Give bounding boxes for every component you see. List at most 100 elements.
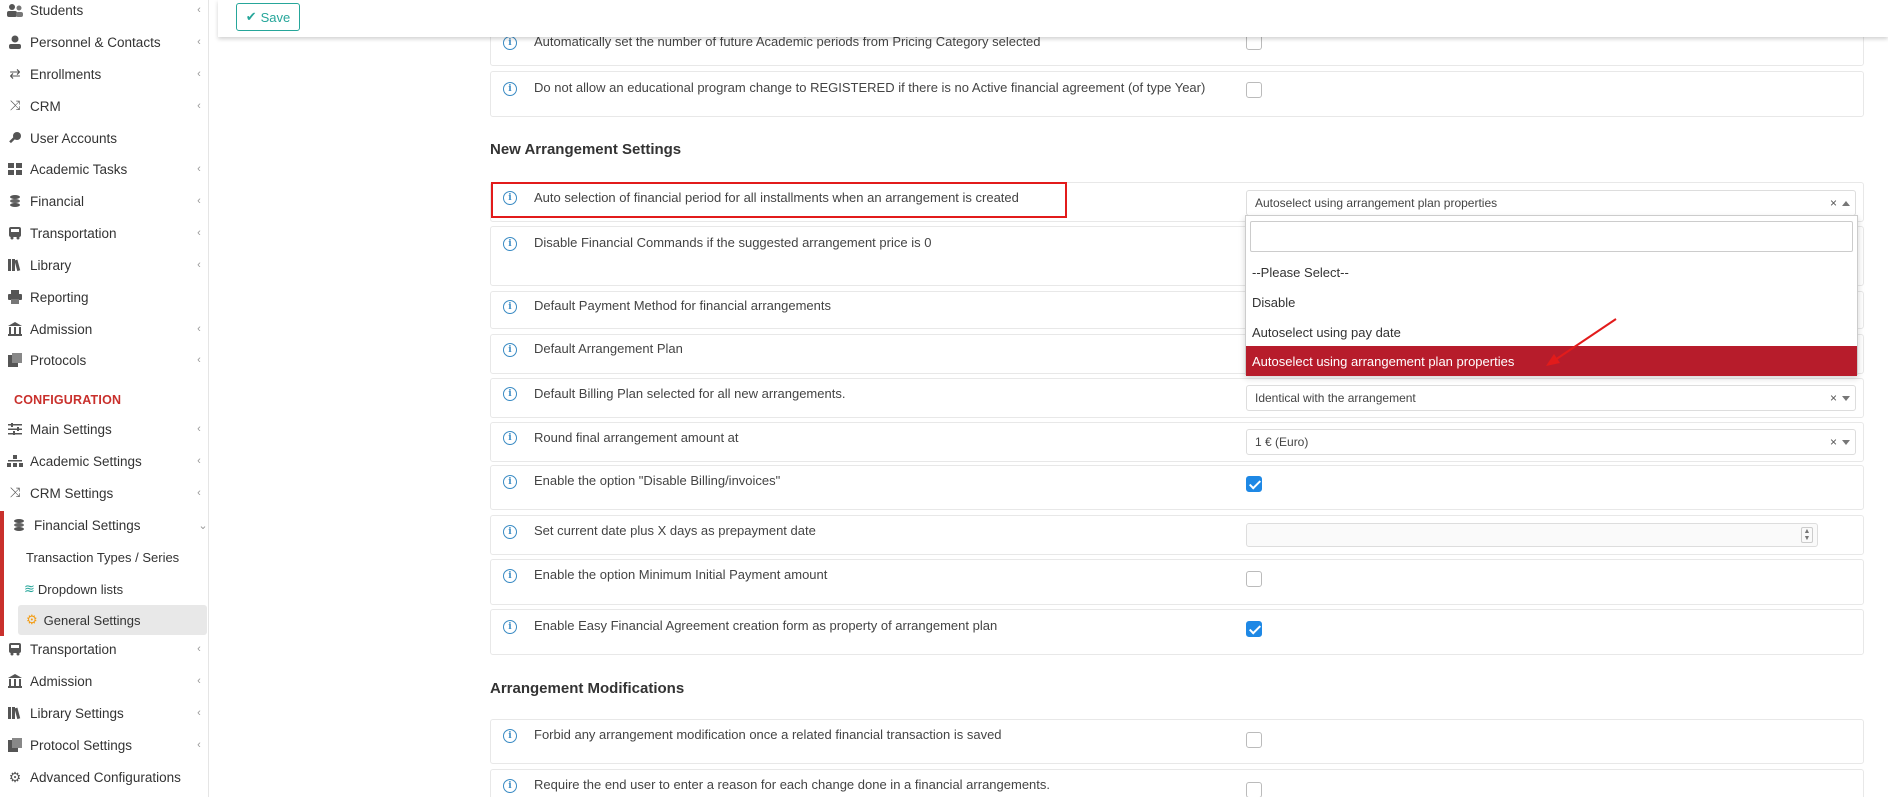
coins-icon: [4, 518, 34, 532]
spinner-icon[interactable]: ▲ ▼: [1801, 527, 1813, 543]
chevron-left-icon: ‹: [197, 100, 201, 112]
gear-icon: ⚙: [26, 612, 38, 627]
sidebar-item-label: CRM: [30, 98, 61, 114]
dropdown-option[interactable]: Disable: [1246, 287, 1857, 317]
info-icon[interactable]: i: [503, 729, 517, 743]
sidebar-item-reporting[interactable]: Reporting: [0, 282, 209, 312]
info-icon[interactable]: i: [503, 620, 517, 634]
crm-icon: ⤨: [9, 485, 21, 500]
sidebar-item-transportation[interactable]: Transportation ‹: [0, 218, 209, 248]
sidebar-item-library-settings[interactable]: Library Settings ‹: [0, 698, 209, 728]
arrow-annotation-icon: [1546, 318, 1617, 366]
sidebar-item-crm-settings[interactable]: ⤨ CRM Settings ‹: [0, 478, 209, 508]
section-configuration: CONFIGURATION: [14, 393, 122, 407]
sidebar-sub-general-settings[interactable]: ⚙ General Settings: [18, 605, 207, 635]
setting-label: Set current date plus X days as prepayme…: [534, 523, 816, 538]
info-icon[interactable]: i: [503, 475, 517, 489]
disable-billing-checkbox[interactable]: [1246, 476, 1262, 492]
setting-label: Forbid any arrangement modification once…: [534, 727, 1002, 742]
info-icon[interactable]: i: [503, 343, 517, 357]
sliders-icon: [0, 423, 30, 435]
info-icon[interactable]: i: [503, 431, 517, 445]
sidebar-sub-dropdown-lists[interactable]: ≋ Dropdown lists: [22, 574, 212, 604]
sidebar-item-transportation-settings[interactable]: Transportation ‹: [0, 634, 209, 664]
info-icon[interactable]: i: [503, 36, 517, 50]
select-value: Identical with the arrangement: [1255, 391, 1416, 405]
sidebar-item-label: Enrollments: [30, 66, 102, 82]
setting-row: i Forbid any arrangement modification on…: [490, 719, 1864, 764]
sidebar-item-crm[interactable]: ⤨ CRM ‹: [0, 91, 209, 121]
dropdown-option[interactable]: --Please Select--: [1246, 257, 1857, 287]
sidebar-item-enrollments[interactable]: ⇄ Enrollments ‹: [0, 59, 209, 89]
setting-row: i Enable the option "Disable Billing/inv…: [490, 465, 1864, 510]
sidebar-item-protocol-settings[interactable]: Protocol Settings ‹: [0, 730, 209, 760]
bus-icon: [0, 226, 30, 240]
chevron-left-icon: ‹: [197, 259, 201, 271]
sidebar-item-label: Personnel & Contacts: [30, 34, 161, 50]
sidebar-item-admission[interactable]: Admission ‹: [0, 314, 209, 344]
clear-icon[interactable]: ×: [1830, 196, 1837, 210]
sidebar-item-academic-settings[interactable]: Academic Settings ‹: [0, 446, 209, 476]
forbid-modification-checkbox[interactable]: [1246, 732, 1262, 748]
sidebar-item-user-accounts[interactable]: User Accounts: [0, 123, 209, 153]
sidebar-item-label: Academic Tasks: [30, 161, 128, 177]
setting-row: i Enable the option Minimum Initial Paym…: [490, 559, 1864, 605]
sidebar-item-label: Library: [30, 257, 72, 273]
sidebar-item-financial[interactable]: Financial ‹: [0, 186, 209, 216]
billing-plan-select[interactable]: Identical with the arrangement ×: [1246, 385, 1856, 411]
personnel-icon: [0, 35, 30, 49]
sidebar-item-protocols[interactable]: Protocols ‹: [0, 345, 209, 375]
sidebar-item-admission-settings[interactable]: Admission ‹: [0, 666, 209, 696]
sidebar-sub-label: Transaction Types / Series: [26, 549, 180, 565]
sidebar-item-label: Financial: [30, 193, 85, 209]
sidebar-item-financial-settings[interactable]: Financial Settings ⌄: [4, 510, 213, 540]
setting-row: i Require the end user to enter a reason…: [490, 769, 1864, 797]
section-heading-arrangement-modifications: Arrangement Modifications: [490, 680, 685, 697]
dropdown-search-input[interactable]: [1250, 221, 1853, 252]
sidebar-sub-label: General Settings: [43, 612, 141, 628]
info-icon[interactable]: i: [503, 779, 517, 793]
prepayment-days-input[interactable]: ▲ ▼: [1246, 523, 1818, 547]
info-icon[interactable]: i: [503, 82, 517, 96]
caret-down-icon: [1842, 440, 1850, 445]
require-reason-checkbox[interactable]: [1246, 782, 1262, 797]
clear-icon[interactable]: ×: [1830, 435, 1837, 449]
sidebar-item-main-settings[interactable]: Main Settings ‹: [0, 414, 209, 444]
sidebar-sub-transaction-types[interactable]: Transaction Types / Series: [26, 542, 216, 572]
chevron-left-icon: ‹: [197, 739, 201, 751]
sidebar-item-students[interactable]: Students ‹: [0, 0, 209, 25]
info-icon[interactable]: i: [503, 525, 517, 539]
easy-agreement-checkbox[interactable]: [1246, 621, 1262, 637]
chevron-left-icon: ‹: [197, 195, 201, 207]
info-icon[interactable]: i: [503, 300, 517, 314]
hierarchy-icon: [0, 455, 30, 467]
setting-label: Default Billing Plan selected for all ne…: [534, 386, 846, 401]
setting-label: Default Payment Method for financial arr…: [534, 298, 831, 313]
info-icon[interactable]: i: [503, 387, 517, 401]
setting-checkbox[interactable]: [1246, 82, 1262, 98]
sidebar-item-advanced-configurations[interactable]: ⚙ Advanced Configurations: [0, 762, 209, 792]
layers-icon: ≋: [24, 581, 35, 596]
sidebar-item-label: Reporting: [30, 289, 89, 305]
minimum-payment-checkbox[interactable]: [1246, 571, 1262, 587]
round-amount-select[interactable]: 1 € (Euro) ×: [1246, 429, 1856, 455]
setting-label: Do not allow an educational program chan…: [534, 80, 1206, 95]
info-icon[interactable]: i: [503, 569, 517, 583]
chevron-left-icon: ‹: [197, 423, 201, 435]
setting-row: i Enable Easy Financial Agreement creati…: [490, 609, 1864, 655]
sidebar-item-academic-tasks[interactable]: Academic Tasks ‹: [0, 154, 209, 184]
chevron-left-icon: ‹: [197, 4, 201, 16]
sidebar-item-personnel[interactable]: Personnel & Contacts ‹: [0, 27, 209, 57]
sidebar-item-library[interactable]: Library ‹: [0, 250, 209, 280]
sidebar-sub-label: Dropdown lists: [37, 581, 124, 597]
crm-icon: ⤨: [9, 98, 21, 113]
clear-icon[interactable]: ×: [1830, 391, 1837, 405]
auto-selection-select[interactable]: Autoselect using arrangement plan proper…: [1246, 190, 1856, 216]
printer-icon: [0, 290, 30, 304]
sidebar: Students ‹ Personnel & Contacts ‹ ⇄ Enro…: [0, 0, 209, 797]
chevron-left-icon: ‹: [197, 227, 201, 239]
save-button[interactable]: ✔ Save: [236, 3, 300, 31]
info-icon[interactable]: i: [503, 237, 517, 251]
chevron-down-icon: ⌄: [198, 519, 208, 532]
protocol-icon: [0, 353, 30, 367]
